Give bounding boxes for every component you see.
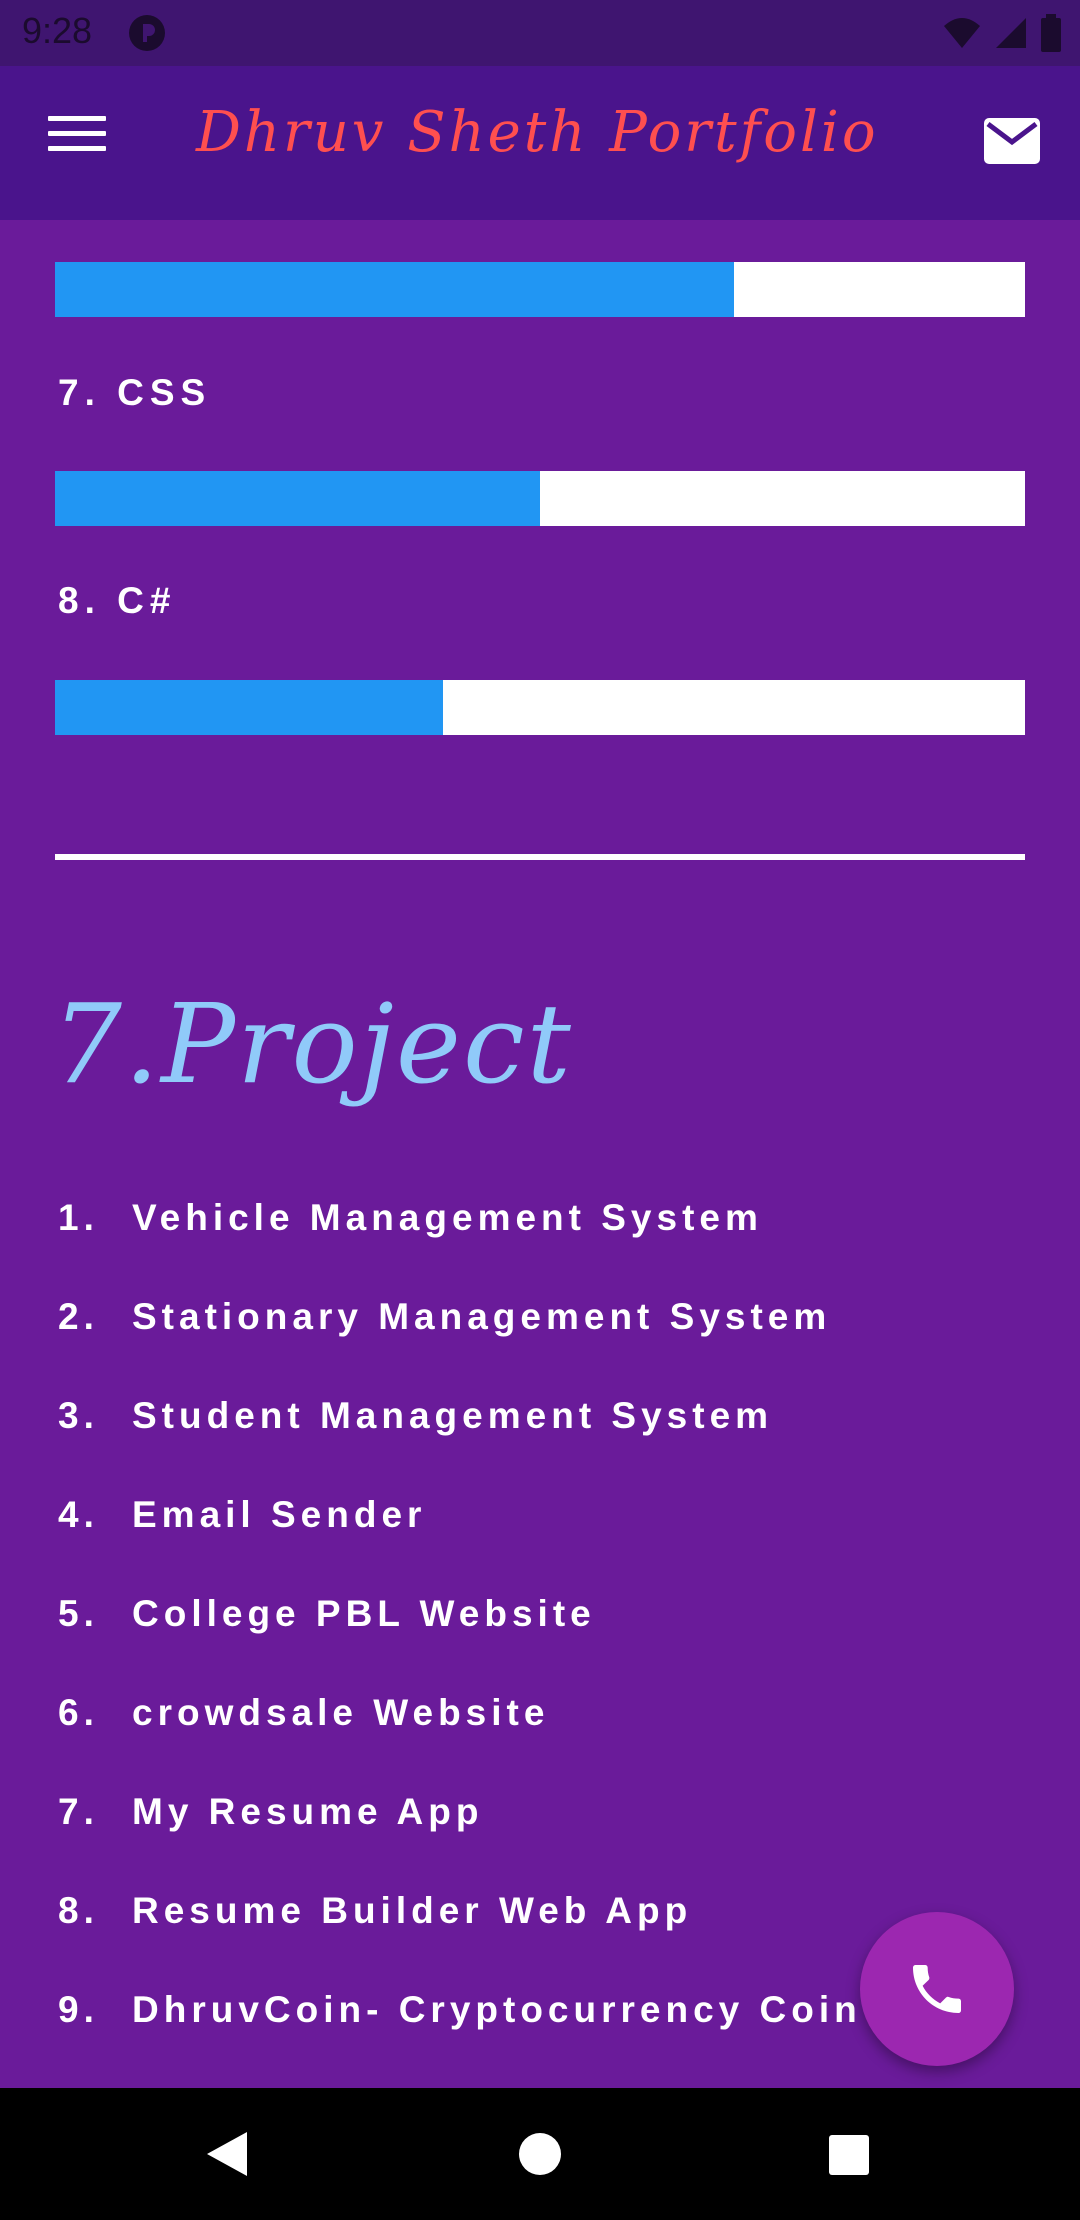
home-circle-icon[interactable] (518, 2132, 562, 2176)
status-bar: 9:28 (0, 0, 1080, 66)
menu-icon[interactable] (48, 116, 106, 170)
phone-icon (913, 1965, 961, 2013)
skill-progress-bar (55, 471, 1025, 526)
section-heading-project: 7.Project (52, 980, 573, 1108)
skill-progress-bar (55, 262, 1025, 317)
signal-icon (996, 18, 1026, 48)
recents-square-icon[interactable] (828, 2134, 870, 2176)
list-item: 8. Resume Builder Web App (58, 1890, 693, 1931)
section-divider (55, 854, 1025, 860)
skill-progress-fill (55, 680, 443, 735)
list-item: 3. Student Management System (58, 1395, 774, 1436)
system-nav-bar (0, 2088, 1080, 2220)
app-notification-icon (129, 15, 165, 51)
list-item: 1. Vehicle Management System (58, 1197, 763, 1238)
wifi-icon (944, 18, 980, 48)
list-item: 4. Email Sender (58, 1494, 427, 1535)
battery-icon (1041, 14, 1061, 52)
list-item: 5. College PBL Website (58, 1593, 596, 1634)
app-title: Dhruv Sheth Portfolio (196, 100, 879, 165)
content-scroll-area[interactable]: 7. CSS 8. C# 7.Project 1. Vehicle Managem… (0, 220, 1080, 2088)
status-time: 9:28 (22, 10, 93, 51)
skill-progress-fill (55, 262, 734, 317)
call-fab-button[interactable] (860, 1912, 1014, 2066)
skill-progress-bar (55, 680, 1025, 735)
skill-label: 7. CSS (58, 372, 212, 413)
back-triangle-icon[interactable] (205, 2130, 249, 2178)
app-bar: Dhruv Sheth Portfolio (0, 66, 1080, 220)
skill-label: 8. C# (58, 580, 177, 621)
list-item: 6. crowdsale Website (58, 1692, 550, 1733)
skill-progress-fill (55, 471, 540, 526)
list-item: 7. My Resume App (58, 1791, 484, 1832)
status-icons (942, 12, 1062, 54)
list-item: 2. Stationary Management System (58, 1296, 832, 1337)
mail-icon[interactable] (982, 116, 1042, 166)
list-item: 9. DhruvCoin- Cryptocurrency Coin (58, 1989, 862, 2030)
